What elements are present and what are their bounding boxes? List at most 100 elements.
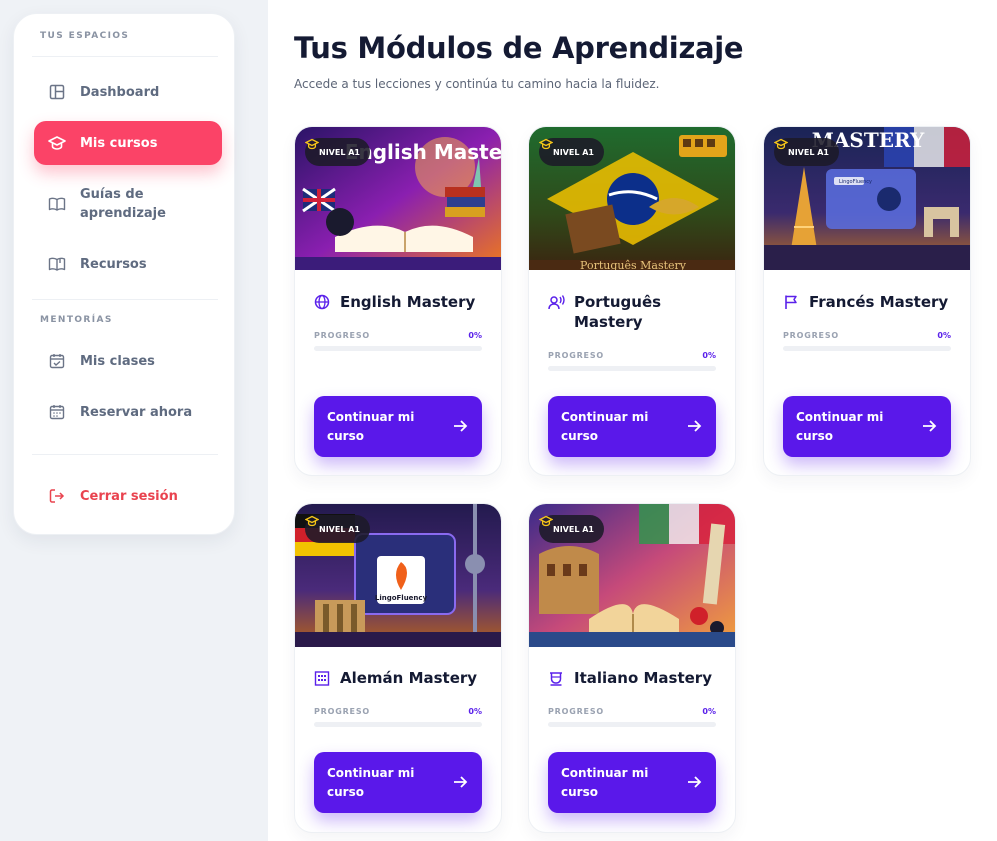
course-title: English Mastery <box>314 292 475 312</box>
course-image: LingoFluency NIVEL A1 <box>295 504 501 647</box>
button-label: Continuar mi curso <box>327 765 415 799</box>
arrow-right-icon <box>921 418 937 440</box>
arrow-right-icon <box>452 774 468 796</box>
progress-bar <box>548 366 716 371</box>
arrow-right-icon <box>686 418 702 440</box>
progress-bar <box>548 722 716 727</box>
layout-icon <box>48 83 66 101</box>
progress-value: 0% <box>702 351 716 360</box>
progress-label: PROGRESO <box>314 707 370 716</box>
level-badge-label: NIVEL A1 <box>553 524 594 534</box>
sidebar-item-reservar[interactable]: Reservar ahora <box>34 400 222 424</box>
coffee-cup-icon <box>548 668 566 688</box>
progress-value: 0% <box>937 331 951 340</box>
section-title-mentoring: MENTORÍAS <box>40 315 113 325</box>
progress-label: PROGRESO <box>548 707 604 716</box>
graduation-cap-icon <box>48 134 66 152</box>
level-badge-label: NIVEL A1 <box>553 147 594 157</box>
sidebar-item-label: Dashboard <box>80 84 160 100</box>
sidebar-item-mis-clases[interactable]: Mis clases <box>34 349 222 373</box>
course-title-label: English Mastery <box>340 293 476 311</box>
image-app-text: LingoFluency <box>375 594 428 602</box>
divider <box>32 299 218 300</box>
course-card-aleman: LingoFluency NIVEL A1 Alemán Mastery PRO… <box>294 503 502 833</box>
progress-label: PROGRESO <box>314 331 370 340</box>
calendar-icon <box>48 403 66 421</box>
building-icon <box>314 668 332 688</box>
continue-course-button[interactable]: Continuar mi curso <box>783 396 951 457</box>
sidebar-item-label: Recursos <box>80 256 147 272</box>
logout-icon <box>48 487 66 505</box>
course-title-label: Italiano Mastery <box>574 669 712 687</box>
sidebar-item-dashboard[interactable]: Dashboard <box>34 80 222 104</box>
course-title: Alemán Mastery <box>314 668 477 688</box>
sidebar-item-guias[interactable]: Guías de aprendizaje <box>34 184 222 224</box>
course-image: Português Mastery NIVEL A1 <box>529 127 735 270</box>
button-label: Continuar mi curso <box>327 409 415 443</box>
course-title: Francés Mastery <box>783 292 948 312</box>
progress-bar <box>783 346 951 351</box>
sidebar-item-recursos[interactable]: Recursos <box>34 252 222 276</box>
course-image: English Mastery NIVEL A1 <box>295 127 501 270</box>
course-title-label: Português Mastery <box>574 293 662 331</box>
course-title: Português Mastery <box>548 292 698 332</box>
course-title-label: Alemán Mastery <box>340 669 478 687</box>
progress-row: PROGRESO 0% <box>314 331 482 340</box>
continue-course-button[interactable]: Continuar mi curso <box>548 752 716 813</box>
page-title: Tus Módulos de Aprendizaje <box>294 31 744 65</box>
image-app-text: LingoFluency <box>839 179 872 185</box>
course-image: NIVEL A1 <box>529 504 735 647</box>
level-badge-label: NIVEL A1 <box>319 524 360 534</box>
progress-label: PROGRESO <box>783 331 839 340</box>
sidebar-item-mis-cursos[interactable]: Mis cursos <box>34 121 222 165</box>
level-badge: NIVEL A1 <box>305 138 370 166</box>
open-book-icon <box>48 195 66 213</box>
section-title-spaces: TUS ESPACIOS <box>40 31 130 41</box>
arrow-right-icon <box>686 774 702 796</box>
button-label: Continuar mi curso <box>561 765 649 799</box>
progress-bar <box>314 346 482 351</box>
course-card-frances: MASTERY LingoFluency NIVEL A1 Francés Ma… <box>763 126 971 476</box>
continue-course-button[interactable]: Continuar mi curso <box>314 752 482 813</box>
progress-row: PROGRESO 0% <box>548 351 716 360</box>
course-card-english: English Mastery NIVEL A1 English Mastery… <box>294 126 502 476</box>
continue-course-button[interactable]: Continuar mi curso <box>314 396 482 457</box>
button-label: Continuar mi curso <box>796 409 884 443</box>
progress-label: PROGRESO <box>548 351 604 360</box>
sidebar-item-label: Guías de aprendizaje <box>80 187 166 221</box>
flag-icon <box>783 292 801 312</box>
sidebar: TUS ESPACIOS Dashboard Mis cursos Guías … <box>13 13 235 535</box>
divider <box>32 56 218 57</box>
globe-icon <box>314 292 332 312</box>
image-title-text: Português Mastery <box>580 259 687 270</box>
progress-row: PROGRESO 0% <box>783 331 951 340</box>
progress-row: PROGRESO 0% <box>548 707 716 716</box>
level-badge-label: NIVEL A1 <box>788 147 829 157</box>
progress-bar <box>314 722 482 727</box>
level-badge: NIVEL A1 <box>539 515 604 543</box>
level-badge: NIVEL A1 <box>774 138 839 166</box>
sidebar-item-label: Mis clases <box>80 353 155 369</box>
progress-value: 0% <box>468 331 482 340</box>
speaking-person-icon <box>548 292 566 312</box>
course-card-italiano: NIVEL A1 Italiano Mastery PROGRESO 0% Co… <box>528 503 736 833</box>
course-title: Italiano Mastery <box>548 668 712 688</box>
progress-row: PROGRESO 0% <box>314 707 482 716</box>
calendar-check-icon <box>48 352 66 370</box>
course-image: MASTERY LingoFluency NIVEL A1 <box>764 127 970 270</box>
sidebar-item-label: Reservar ahora <box>80 404 193 420</box>
divider <box>32 454 218 455</box>
progress-value: 0% <box>702 707 716 716</box>
logout-button[interactable]: Cerrar sesión <box>34 484 222 508</box>
course-title-label: Francés Mastery <box>809 293 949 311</box>
progress-value: 0% <box>468 707 482 716</box>
level-badge: NIVEL A1 <box>305 515 370 543</box>
arrow-right-icon <box>452 418 468 440</box>
sidebar-item-label: Cerrar sesión <box>80 488 178 504</box>
course-card-portugues: Português Mastery NIVEL A1 Português Mas… <box>528 126 736 476</box>
level-badge-label: NIVEL A1 <box>319 147 360 157</box>
continue-course-button[interactable]: Continuar mi curso <box>548 396 716 457</box>
page-subtitle: Accede a tus lecciones y continúa tu cam… <box>294 77 660 91</box>
sidebar-item-label: Mis cursos <box>80 135 158 151</box>
level-badge: NIVEL A1 <box>539 138 604 166</box>
